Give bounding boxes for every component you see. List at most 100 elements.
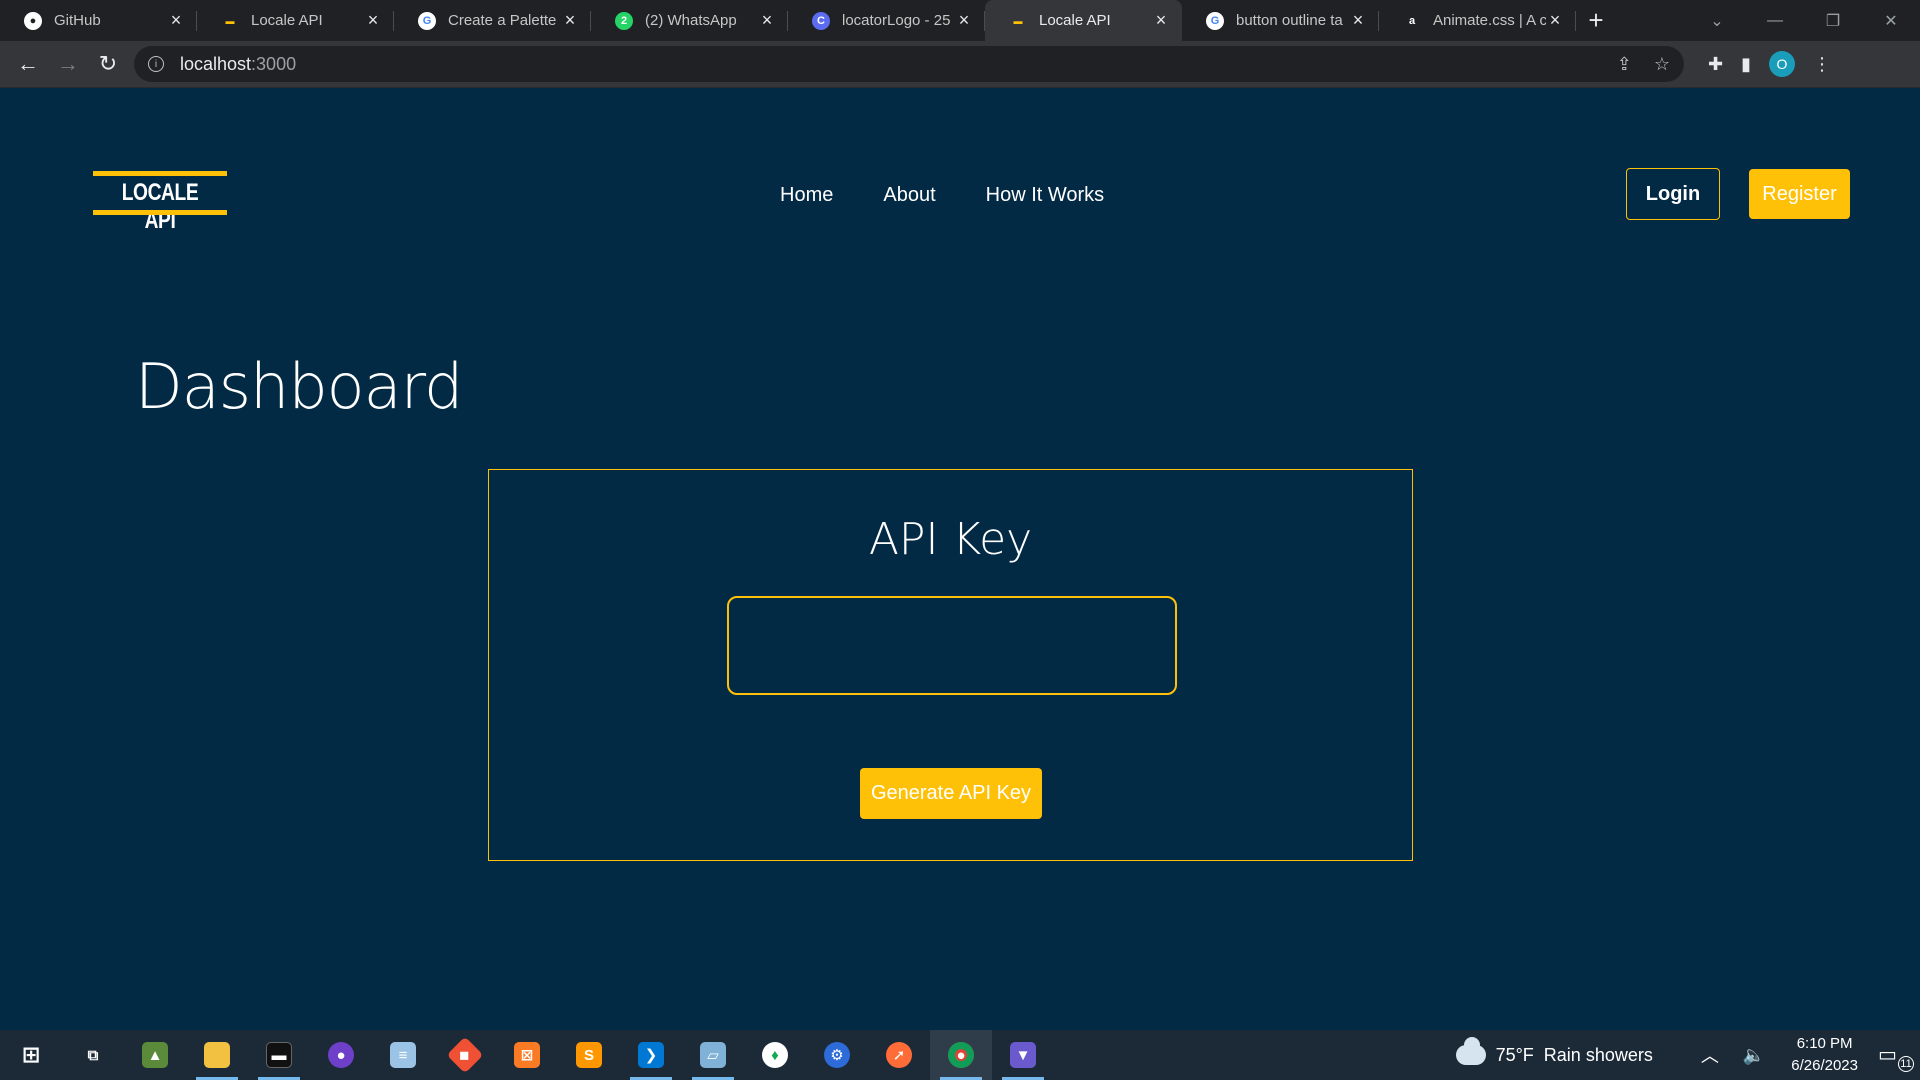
notification-count: 11 bbox=[1898, 1056, 1914, 1072]
taskbar-app-notes[interactable]: ▱ bbox=[682, 1030, 744, 1080]
side-panel-icon[interactable]: ▮ bbox=[1741, 54, 1751, 75]
taskbar-app-explorer[interactable] bbox=[186, 1030, 248, 1080]
taskbar-app-photos[interactable]: ▲ bbox=[124, 1030, 186, 1080]
task-view-icon: ⧉ bbox=[87, 1046, 99, 1064]
chevron-up-icon[interactable]: ︿ bbox=[1701, 1042, 1719, 1068]
tab-search-icon[interactable]: ⌄ bbox=[1688, 11, 1746, 31]
google-icon: G bbox=[1206, 11, 1224, 30]
tab-title: (2) WhatsApp bbox=[645, 12, 737, 29]
canva-icon: C bbox=[812, 11, 830, 30]
taskbar-app-git[interactable]: ◆ bbox=[434, 1030, 496, 1080]
notification-center-button[interactable]: ▭ 11 bbox=[1878, 1042, 1914, 1072]
extensions-icon[interactable]: ✚ bbox=[1708, 54, 1723, 75]
tab-animate-css[interactable]: a Animate.css | A c × bbox=[1379, 0, 1576, 41]
task-view-button[interactable]: ⧉ bbox=[62, 1030, 124, 1080]
tab-title: GitHub bbox=[54, 12, 101, 29]
share-icon[interactable]: ⇪ bbox=[1617, 54, 1632, 75]
notification-icon: ▭ bbox=[1878, 1044, 1897, 1066]
taskbar-app-vscode[interactable]: ❯ bbox=[620, 1030, 682, 1080]
tab-locale-api-active[interactable]: ▬ Locale API × bbox=[985, 0, 1182, 41]
taskbar-app-terminal[interactable]: ▬ bbox=[248, 1030, 310, 1080]
taskbar-app-postman[interactable]: ➚ bbox=[868, 1030, 930, 1080]
api-key-field[interactable] bbox=[727, 596, 1177, 695]
nav-how-it-works[interactable]: How It Works bbox=[986, 184, 1105, 207]
vpn-icon: ▼ bbox=[1010, 1042, 1036, 1068]
taskbar-app-settings[interactable]: ⚙ bbox=[806, 1030, 868, 1080]
tab-title: Locale API bbox=[251, 12, 323, 29]
close-icon[interactable]: × bbox=[1349, 10, 1367, 31]
taskbar-app-xampp[interactable]: ⊠ bbox=[496, 1030, 558, 1080]
taskbar-app-vpn[interactable]: ▼ bbox=[992, 1030, 1054, 1080]
taskbar-app-notepad[interactable]: ≡ bbox=[372, 1030, 434, 1080]
minimize-icon[interactable]: — bbox=[1746, 12, 1804, 30]
browser-tab-strip: ● GitHub × ▬ Locale API × G Create a Pal… bbox=[0, 0, 1920, 41]
vscode-icon: ❯ bbox=[638, 1042, 664, 1068]
tab-title: Animate.css | A c bbox=[1433, 12, 1546, 29]
site-logo[interactable]: LOCALE API bbox=[93, 171, 227, 234]
nav-about[interactable]: About bbox=[883, 184, 935, 207]
tab-canva[interactable]: C locatorLogo - 25 × bbox=[788, 0, 985, 41]
close-icon[interactable]: × bbox=[364, 10, 382, 31]
close-icon[interactable]: × bbox=[561, 10, 579, 31]
locale-api-favicon: ▬ bbox=[1013, 15, 1023, 26]
terminal-icon: ▬ bbox=[266, 1042, 292, 1068]
close-icon[interactable]: × bbox=[1152, 10, 1170, 31]
site-info-icon[interactable]: i bbox=[148, 56, 164, 72]
volume-icon[interactable]: 🔈 bbox=[1743, 1045, 1765, 1066]
nav-home[interactable]: Home bbox=[780, 184, 833, 207]
address-toolbar: ← → ↻ i localhost:3000 ⇪ ☆ ✚ ▮ O ⋮ bbox=[0, 41, 1920, 88]
register-button[interactable]: Register bbox=[1749, 169, 1850, 219]
close-icon[interactable]: × bbox=[955, 10, 973, 31]
login-button[interactable]: Login bbox=[1626, 168, 1720, 220]
sublime-icon: S bbox=[576, 1042, 602, 1068]
tab-github[interactable]: ● GitHub × bbox=[0, 0, 197, 41]
restore-icon[interactable]: ❐ bbox=[1804, 11, 1862, 31]
close-icon[interactable]: × bbox=[1546, 10, 1564, 31]
taskbar-app-sublime[interactable]: S bbox=[558, 1030, 620, 1080]
main-nav: Home About How It Works bbox=[780, 184, 1104, 207]
card-title: API Key bbox=[868, 514, 1033, 565]
reload-button[interactable]: ↻ bbox=[88, 44, 128, 84]
window-controls: ⌄ — ❐ ✕ bbox=[1688, 0, 1920, 41]
taskbar-app-github-desktop[interactable]: ● bbox=[310, 1030, 372, 1080]
os-taskbar: ⊞ ⧉ ▲ ▬ ● ≡ ◆ ⊠ S ❯ ▱ ♦ ⚙ ➚ ● ▼ 75°F Rai… bbox=[0, 1030, 1920, 1080]
photos-icon: ▲ bbox=[142, 1042, 168, 1068]
gear-icon: ⚙ bbox=[824, 1042, 850, 1068]
close-window-icon[interactable]: ✕ bbox=[1862, 11, 1920, 31]
windows-icon: ⊞ bbox=[21, 1042, 41, 1067]
url-host: localhost bbox=[180, 53, 252, 74]
tab-button-outline[interactable]: G button outline ta × bbox=[1182, 0, 1379, 41]
tab-locale-api[interactable]: ▬ Locale API × bbox=[197, 0, 394, 41]
tab-title: Create a Palette bbox=[448, 12, 557, 29]
taskbar-app-chrome[interactable]: ● bbox=[930, 1030, 992, 1080]
close-icon[interactable]: × bbox=[758, 10, 776, 31]
taskbar-app-mongodb[interactable]: ♦ bbox=[744, 1030, 806, 1080]
logo-text: LOCALE API bbox=[121, 179, 199, 234]
weather-widget[interactable]: 75°F Rain showers bbox=[1455, 1037, 1653, 1066]
bookmark-star-icon[interactable]: ☆ bbox=[1654, 54, 1670, 75]
tab-create-palette[interactable]: G Create a Palette × bbox=[394, 0, 591, 41]
menu-kebab-icon[interactable]: ⋮ bbox=[1813, 54, 1831, 75]
clock-date: 6/26/2023 bbox=[1791, 1057, 1858, 1074]
api-key-card: API Key Generate API Key bbox=[488, 469, 1413, 861]
weather-temp: 75°F bbox=[1495, 1044, 1534, 1065]
new-tab-button[interactable]: + bbox=[1576, 0, 1616, 41]
git-icon: ◆ bbox=[446, 1036, 484, 1074]
generate-api-key-button[interactable]: Generate API Key bbox=[860, 768, 1042, 819]
back-button[interactable]: ← bbox=[8, 44, 48, 84]
clock-time: 6:10 PM bbox=[1796, 1035, 1853, 1052]
url-port: :3000 bbox=[251, 53, 297, 74]
taskbar-clock[interactable]: 6:10 PM 6/26/2023 bbox=[1791, 1033, 1858, 1077]
rain-cloud-icon bbox=[1455, 1037, 1486, 1065]
page-title: Dashboard bbox=[135, 350, 463, 423]
tab-whatsapp[interactable]: 2 (2) WhatsApp × bbox=[591, 0, 788, 41]
start-button[interactable]: ⊞ bbox=[0, 1030, 62, 1080]
system-tray: 75°F Rain showers ︿ 🔈 6:10 PM 6/26/2023 … bbox=[1455, 1030, 1920, 1080]
address-bar[interactable]: i localhost:3000 ⇪ ☆ bbox=[134, 46, 1684, 82]
google-icon: G bbox=[418, 11, 436, 30]
close-icon[interactable]: × bbox=[167, 10, 185, 31]
profile-avatar[interactable]: O bbox=[1769, 51, 1795, 77]
tab-title: Locale API bbox=[1039, 12, 1111, 29]
postman-icon: ➚ bbox=[886, 1042, 912, 1068]
forward-button[interactable]: → bbox=[48, 44, 88, 84]
